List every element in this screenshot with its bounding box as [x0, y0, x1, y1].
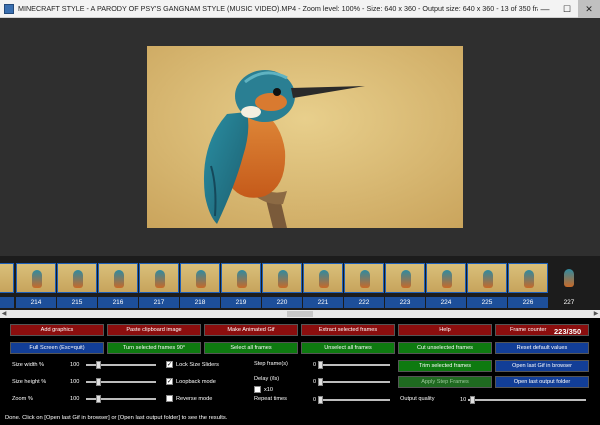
help-button[interactable]: Help	[398, 324, 492, 336]
frame-thumb[interactable]: 215	[57, 259, 97, 309]
frame-number: 223	[385, 297, 425, 308]
filmstrip-scrollbar[interactable]: ◀ ▶	[0, 310, 600, 318]
size-width-value: 100	[70, 362, 80, 368]
size-height-label: Size height %	[12, 379, 47, 385]
apply-step-frames-button[interactable]: Apply Step Frames	[398, 376, 492, 388]
quality-label: Output quality	[400, 396, 435, 402]
maximize-icon[interactable]: ☐	[556, 0, 578, 18]
add-graphics-button[interactable]: Add graphics	[10, 324, 104, 336]
frame-thumb[interactable]: 225	[467, 259, 507, 309]
frame-counter-button[interactable]: Frame counter 223/350	[495, 324, 589, 336]
status-bar: Done. Click on [Open last Gif in browser…	[0, 412, 600, 425]
repeat-label: Repeat times	[254, 396, 287, 402]
close-icon[interactable]: ✕	[578, 0, 600, 18]
control-panel: Add graphics Paste clipboard image Make …	[0, 318, 600, 425]
frame-thumb[interactable]: 226	[508, 259, 548, 309]
frame-number: 227	[563, 299, 575, 306]
window-controls: — ☐ ✕	[534, 0, 600, 18]
delay-value: 0	[313, 379, 317, 385]
scroll-right-icon[interactable]: ▶	[592, 310, 600, 318]
open-last-gif-button[interactable]: Open last Gif in browser	[495, 360, 589, 372]
quality-value: 10	[460, 397, 467, 403]
frame-thumb[interactable]: 224	[426, 259, 466, 309]
full-screen-button[interactable]: Full Screen (Esc=quit)	[10, 342, 104, 354]
reverse-label: Reverse mode	[176, 396, 213, 402]
x10-label: x10	[264, 387, 274, 393]
loopback-checkbox[interactable]: ✓	[166, 378, 173, 385]
minimize-icon[interactable]: —	[534, 0, 556, 18]
open-output-folder-button[interactable]: Open last output folder	[495, 376, 589, 388]
delay-slider[interactable]	[318, 378, 390, 386]
frame-number: 222	[344, 297, 384, 308]
frame-number: 219	[221, 297, 261, 308]
frame-counter-value: 223/350	[554, 327, 582, 336]
repeat-slider[interactable]	[318, 396, 390, 404]
delay-label: Delay (/ls)	[254, 376, 280, 382]
frame-number: 220	[262, 297, 302, 308]
app-window: MINECRAFT STYLE - A PARODY OF PSY'S GANG…	[0, 0, 600, 425]
paste-clipboard-button[interactable]: Paste clipboard image	[107, 324, 201, 336]
lock-size-checkbox[interactable]: ✓	[166, 361, 173, 368]
cut-unselected-button[interactable]: Cut unselected frames	[398, 342, 492, 354]
frame-thumb[interactable]: 214	[16, 259, 56, 309]
app-icon	[4, 3, 14, 14]
x10-checkbox[interactable]	[254, 386, 261, 393]
window-title: MINECRAFT STYLE - A PARODY OF PSY'S GANG…	[18, 4, 538, 13]
repeat-value: 0	[313, 397, 317, 403]
frame-counter-label: Frame counter	[510, 327, 547, 333]
zoom-slider[interactable]	[86, 395, 156, 403]
frame-number: 215	[57, 297, 97, 308]
frame-thumb[interactable]: 217	[139, 259, 179, 309]
frame-number: 214	[16, 297, 56, 308]
select-all-button[interactable]: Select all frames	[204, 342, 298, 354]
loopback-label: Loopback mode	[176, 379, 216, 385]
size-height-value: 100	[70, 379, 80, 385]
scrollbar-thumb[interactable]	[287, 311, 313, 317]
lock-size-label: Lock Size Sliders	[176, 362, 219, 368]
quality-slider[interactable]	[468, 396, 586, 404]
frame-thumb[interactable]: 219	[221, 259, 261, 309]
frame-number: 224	[426, 297, 466, 308]
preview-area	[0, 18, 600, 256]
step-frames-value: 0	[313, 362, 317, 368]
size-height-slider[interactable]	[86, 378, 156, 386]
size-width-label: Size width %	[12, 362, 45, 368]
turn-frames-button[interactable]: Turn selected frames 90°	[107, 342, 201, 354]
title-bar[interactable]: MINECRAFT STYLE - A PARODY OF PSY'S GANG…	[0, 0, 600, 18]
frame-thumb[interactable]	[0, 259, 14, 309]
reverse-checkbox[interactable]	[166, 395, 173, 402]
scroll-left-icon[interactable]: ◀	[0, 310, 8, 318]
step-frames-slider[interactable]	[318, 361, 390, 369]
size-width-slider[interactable]	[86, 361, 156, 369]
frame-thumb[interactable]: 227	[549, 259, 589, 309]
reset-defaults-button[interactable]: Reset default values	[495, 342, 589, 354]
zoom-label: Zoom %	[12, 396, 33, 402]
frame-number: 221	[303, 297, 343, 308]
frame-thumb[interactable]: 223	[385, 259, 425, 309]
frame-number: 226	[508, 297, 548, 308]
frame-number: 217	[139, 297, 179, 308]
frame-number: 218	[180, 297, 220, 308]
frame-number: 216	[98, 297, 138, 308]
frame-preview-image	[147, 46, 463, 228]
frame-thumb[interactable]: 222	[344, 259, 384, 309]
make-gif-button[interactable]: Make Animated Gif	[204, 324, 298, 336]
extract-frames-button[interactable]: Extract selected frames	[301, 324, 395, 336]
unselect-all-button[interactable]: Unselect all frames	[301, 342, 395, 354]
frame-thumb[interactable]: 221	[303, 259, 343, 309]
frame-thumb[interactable]: 218	[180, 259, 220, 309]
zoom-value: 100	[70, 396, 80, 402]
frame-thumb[interactable]: 220	[262, 259, 302, 309]
frame-thumb[interactable]: 216	[98, 259, 138, 309]
trim-selected-button[interactable]: Trim selected frames	[398, 360, 492, 372]
step-frames-label: Step frame(s)	[254, 361, 288, 367]
frame-number: 225	[467, 297, 507, 308]
